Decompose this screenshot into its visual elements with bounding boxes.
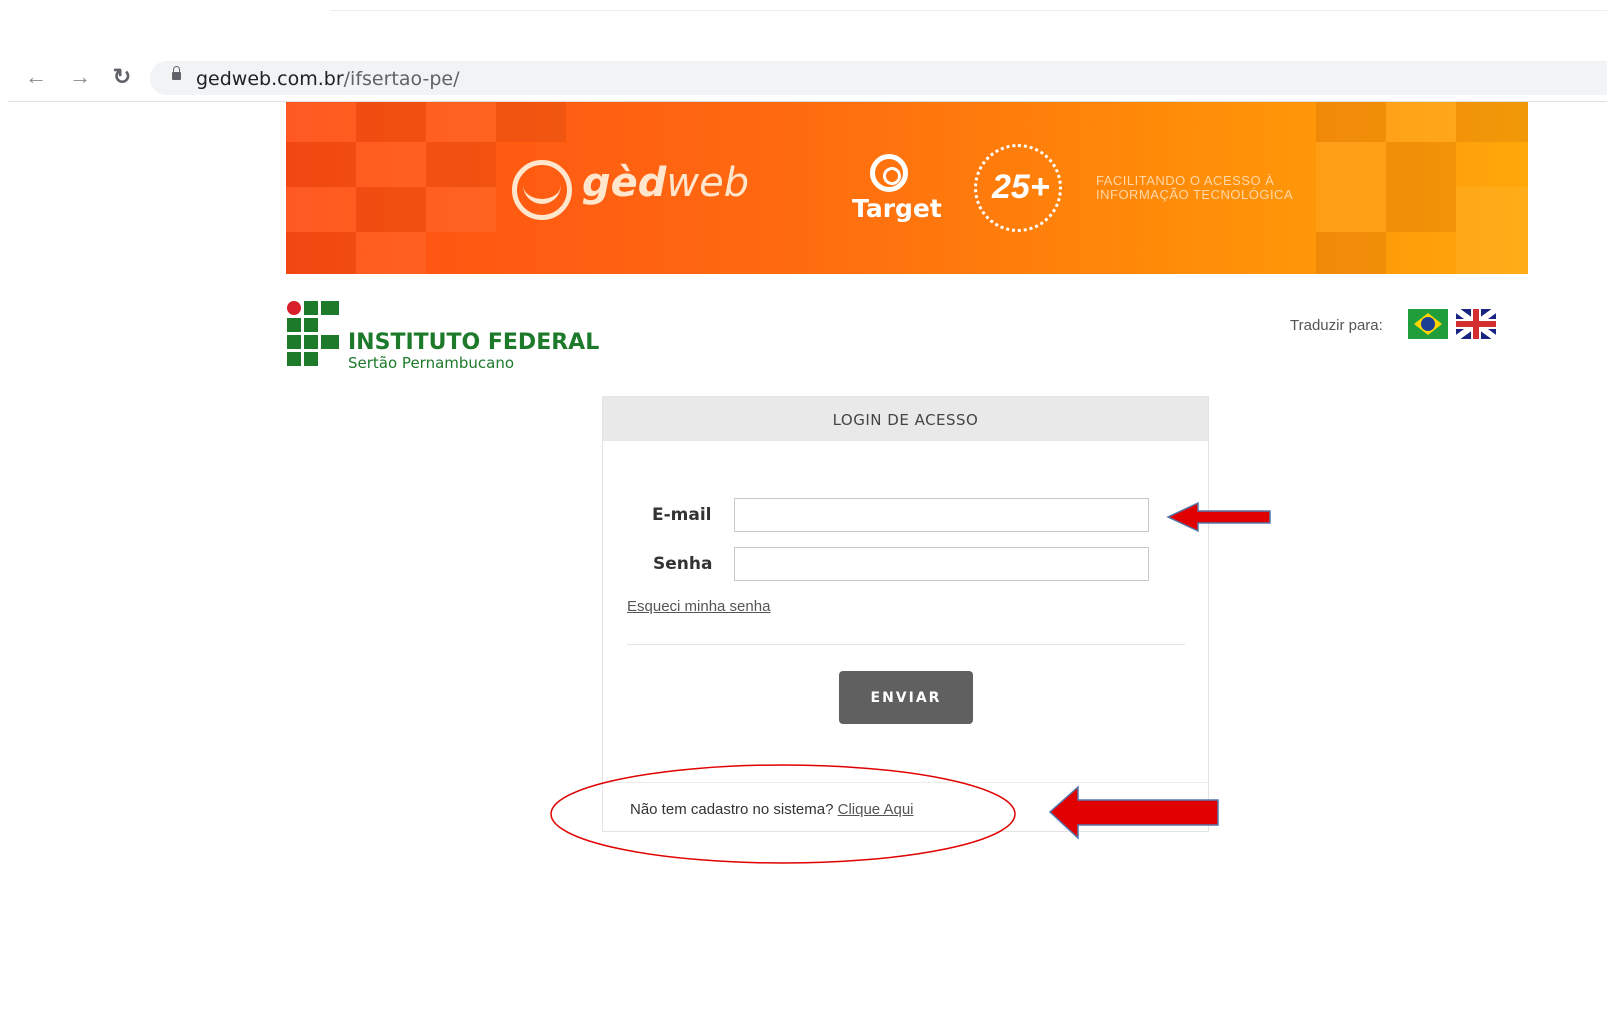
institution-name: INSTITUTO FEDERAL [348,330,600,355]
institution-campus: Sertão Pernambucano [348,354,515,372]
lock-icon [172,66,181,80]
signup-footer: Não tem cadastro no sistema? Clique Aqui [603,782,1208,833]
signup-text: Não tem cadastro no sistema? Clique Aqui [630,801,914,818]
anniversary-seal-number: 25+ [992,168,1050,206]
forgot-password-link[interactable]: Esqueci minha senha [627,598,770,615]
target-logo-text: Target [852,194,942,223]
brazil-flag-icon[interactable] [1408,309,1448,339]
gedweb-logo-prefix: gèd [582,160,667,206]
url-domain: gedweb.com.br [196,68,344,90]
address-bar[interactable]: gedweb.com.br/ifsertao-pe/ [150,61,1607,95]
banner-tagline: FACILITANDO O ACESSO À INFORMAÇÃO TECNOL… [1096,174,1293,202]
window-top-divider [330,10,1607,11]
gedweb-logo-icon [512,160,572,220]
login-panel-header: LOGIN DE ACESSO [603,397,1208,441]
translate-label: Traduzir para: [1290,317,1383,334]
url-text: gedweb.com.br/ifsertao-pe/ [196,68,460,90]
url-path: /ifsertao-pe/ [343,68,460,90]
gedweb-banner: gèdweb Target 25+ FACILITANDO O ACESSO À… [286,102,1528,274]
login-panel: LOGIN DE ACESSO E-mail Senha Esqueci min… [602,396,1209,832]
gedweb-logo-text: gèdweb [582,160,749,206]
uk-flag-icon[interactable] [1456,309,1496,339]
reload-icon[interactable]: ↻ [110,65,134,89]
password-label: Senha [653,554,713,574]
target-logo-icon [870,154,908,192]
submit-button[interactable]: ENVIAR [839,671,973,724]
forward-arrow-icon[interactable]: → [68,65,92,89]
browser-toolbar: ← → ↻ gedweb.com.br/ifsertao-pe/ [0,55,1607,101]
back-arrow-icon[interactable]: ← [24,65,48,89]
email-label: E-mail [652,505,712,525]
tagline-line2: INFORMAÇÃO TECNOLÓGICA [1096,187,1294,202]
signup-prompt: Não tem cadastro no sistema? [630,801,834,818]
password-field[interactable] [734,547,1149,581]
gedweb-logo-suffix: web [666,160,750,206]
tagline-line1: FACILITANDO O ACESSO À [1096,173,1275,188]
signup-link[interactable]: Clique Aqui [838,801,914,818]
form-divider [627,644,1185,645]
email-field[interactable] [734,498,1149,532]
login-title: LOGIN DE ACESSO [832,411,979,429]
